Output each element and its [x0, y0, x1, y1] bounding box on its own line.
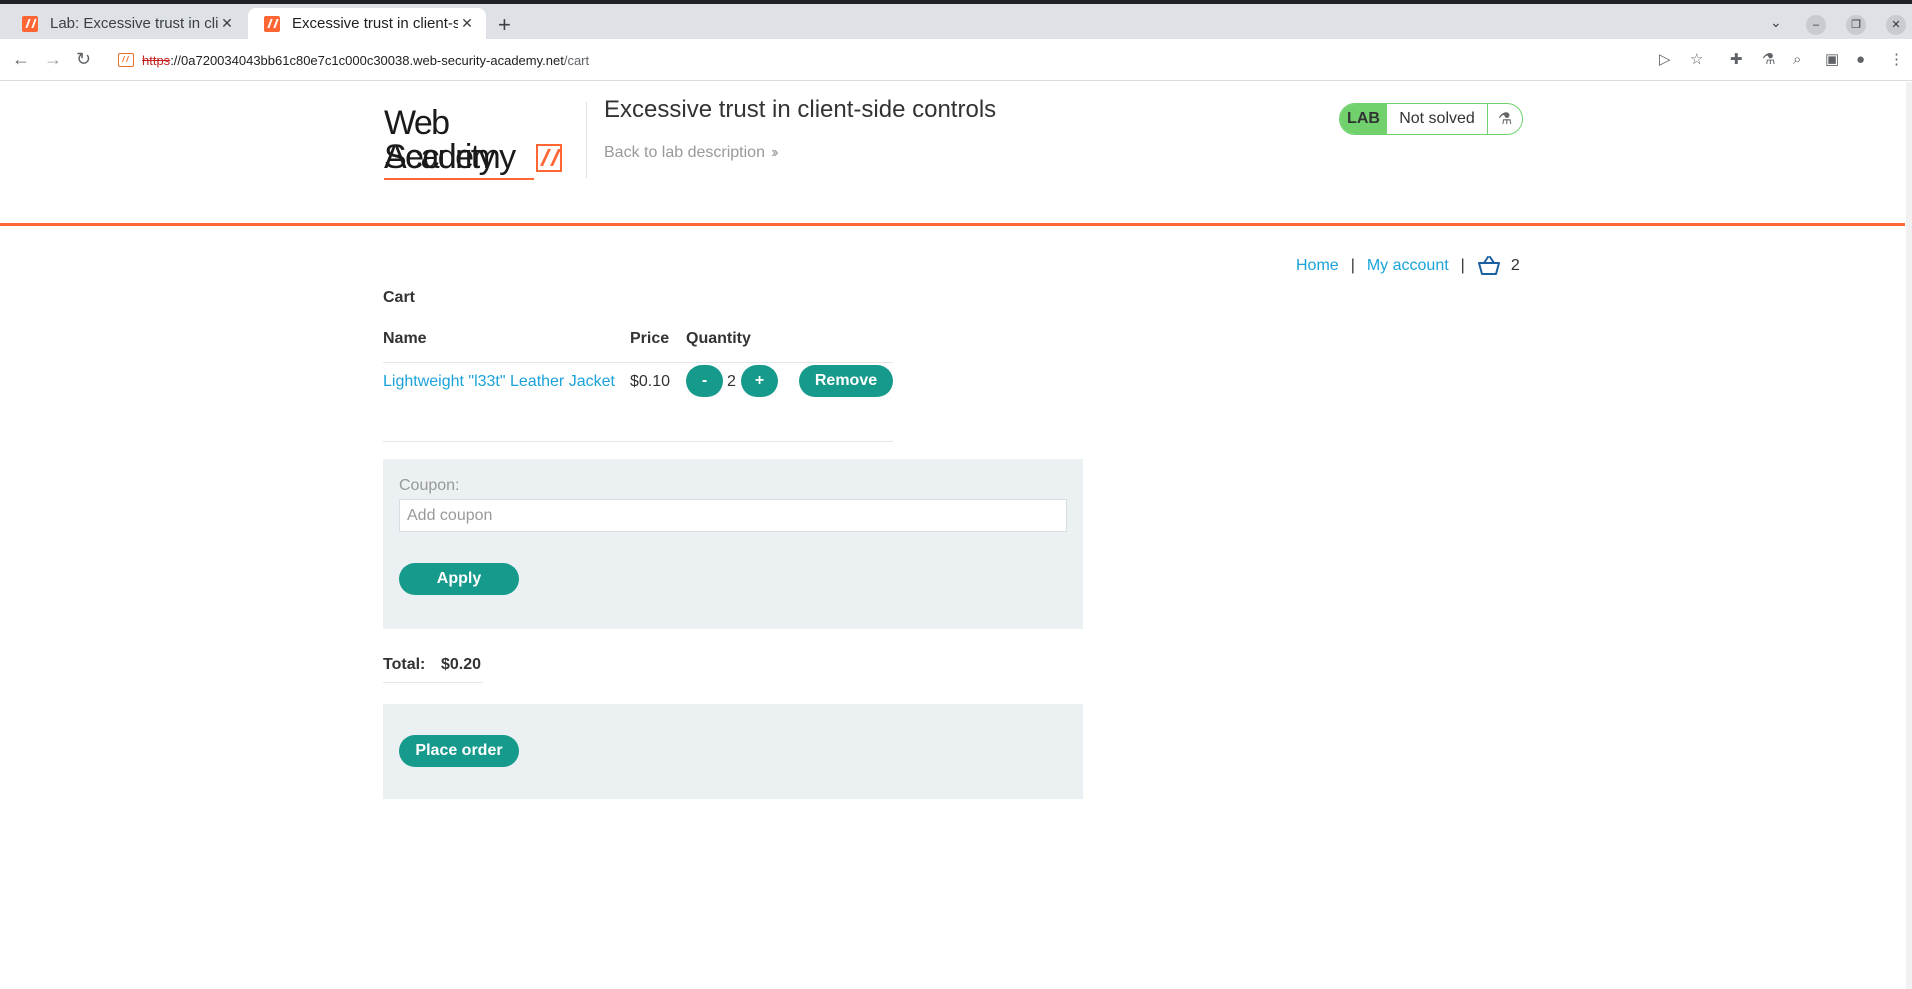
total-label: Total:: [383, 656, 426, 673]
total-value: $0.20: [441, 656, 482, 673]
url-scheme: https: [142, 52, 171, 68]
close-tab-icon[interactable]: ✕: [218, 15, 236, 32]
column-header-price: Price: [630, 330, 670, 347]
column-header-quantity: Quantity: [686, 330, 751, 347]
lab-status-text: Not solved: [1399, 110, 1475, 127]
item-quantity: 2: [727, 373, 736, 390]
portswigger-favicon-icon: [22, 15, 38, 32]
reload-icon[interactable]: ↻: [76, 49, 91, 69]
url-path: /cart: [563, 52, 590, 68]
coupon-form: Coupon: Apply: [383, 459, 1083, 629]
page-scrollbar[interactable]: [1906, 82, 1912, 989]
double-chevron-right-icon: ››: [770, 144, 778, 161]
web-security-academy-logo[interactable]: Web Security Academy: [384, 100, 566, 180]
back-arrow-icon[interactable]: ←: [12, 49, 30, 69]
cart-basket-icon: [1477, 256, 1500, 275]
item-price: $0.10: [630, 373, 671, 390]
logo-bolt-icon: [536, 144, 562, 172]
table-bottom-divider: [383, 441, 893, 442]
product-link[interactable]: Lightweight "l33t" Leather Jacket: [383, 373, 615, 391]
academy-header: Web Security Academy Excessive trust in …: [0, 82, 1905, 226]
total-divider: [383, 682, 483, 683]
cart-count: 2: [1510, 257, 1520, 274]
header-divider: [586, 102, 587, 178]
lab-badge-label: LAB: [1340, 104, 1387, 134]
url-host: ://0a720034043bb61c80e7c1c000c30038.web-…: [170, 52, 564, 68]
place-order-form: Place order: [383, 704, 1083, 799]
lab-status-badge: LAB Not solved ⚗: [1339, 103, 1523, 135]
lab-extension-icon[interactable]: ⚗: [1762, 51, 1775, 69]
place-order-button[interactable]: Place order: [399, 735, 519, 767]
new-tab-icon[interactable]: +: [498, 12, 511, 38]
logo-text-line2: Academy: [384, 138, 516, 176]
coupon-label: Coupon:: [399, 477, 460, 494]
restore-icon[interactable]: ❐: [1846, 15, 1866, 35]
coupon-input[interactable]: [399, 499, 1067, 532]
apply-coupon-button[interactable]: Apply: [399, 563, 519, 595]
side-panel-icon[interactable]: ▣: [1825, 51, 1839, 69]
lab-title: Excessive trust in client-side controls: [604, 96, 997, 123]
back-to-lab-description-link[interactable]: Back to lab description ››: [604, 144, 778, 162]
close-tab-icon[interactable]: ✕: [458, 15, 476, 32]
close-window-icon[interactable]: ✕: [1886, 15, 1906, 35]
address-bar[interactable]: https://0a720034043bb61c80e7c1c000c30038…: [110, 44, 1720, 76]
profile-avatar-icon[interactable]: ●: [1856, 51, 1865, 69]
home-link[interactable]: Home: [1296, 257, 1339, 275]
flask-icon: ⚗: [1487, 104, 1522, 134]
tab-search-chevron-icon[interactable]: ⌄: [1770, 14, 1782, 31]
tab-cart[interactable]: Excessive trust in client-si ✕: [248, 8, 486, 39]
portswigger-favicon-icon: [264, 15, 280, 32]
send-icon[interactable]: ▷: [1659, 51, 1671, 69]
decrease-quantity-button[interactable]: -: [686, 365, 723, 397]
tab-title: Excessive trust in client-si: [292, 15, 458, 32]
nav-separator: |: [1460, 257, 1465, 274]
my-account-link[interactable]: My account: [1367, 257, 1449, 275]
page-viewport: Web Security Academy Excessive trust in …: [0, 82, 1912, 989]
browser-menu-icon[interactable]: ⋮: [1889, 51, 1904, 69]
browser-toolbar: ← → ↻ https://0a720034043bb61c80e7c1c000…: [0, 39, 1912, 81]
extensions-icon[interactable]: ✚: [1730, 51, 1743, 69]
increase-quantity-button[interactable]: +: [741, 365, 778, 397]
forward-arrow-icon[interactable]: →: [44, 49, 62, 69]
cart-heading: Cart: [383, 289, 416, 306]
nav-separator: |: [1350, 257, 1355, 274]
back-link-label: Back to lab description: [604, 144, 765, 161]
cart-link[interactable]: [1477, 256, 1501, 276]
logo-underline: [384, 178, 534, 180]
table-header-divider: [383, 362, 893, 363]
tab-lab-description[interactable]: Lab: Excessive trust in clie ✕: [6, 8, 246, 39]
not-secure-icon[interactable]: [118, 53, 134, 67]
tab-title: Lab: Excessive trust in clie: [50, 15, 218, 32]
bookmark-star-icon[interactable]: ☆: [1690, 51, 1703, 69]
column-header-name: Name: [383, 330, 427, 347]
zoom-search-icon[interactable]: ⌕: [1793, 51, 1801, 69]
minimize-icon[interactable]: –: [1806, 15, 1826, 35]
tab-strip: Lab: Excessive trust in clie ✕ Excessive…: [0, 4, 1912, 39]
remove-item-button[interactable]: Remove: [799, 365, 893, 397]
top-navigation: Home | My account | 2: [1296, 256, 1520, 276]
